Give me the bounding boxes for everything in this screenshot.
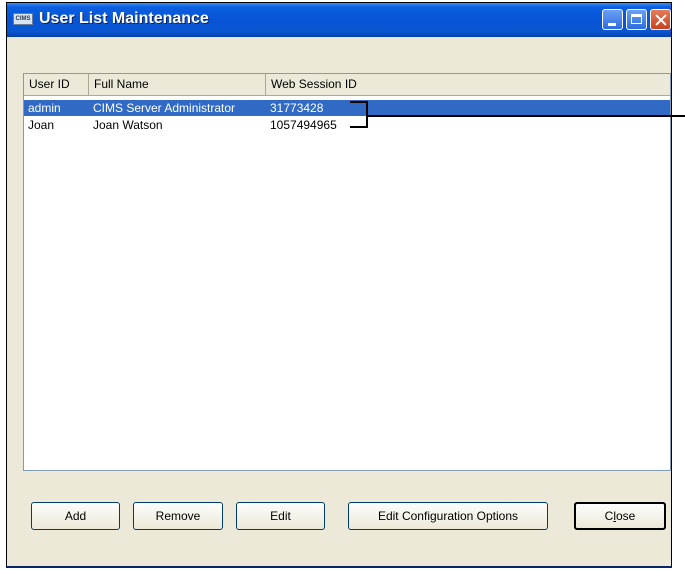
column-header-user-id[interactable]: User ID [24,74,89,95]
window-bottom-border [6,566,672,568]
table-row[interactable]: admin CIMS Server Administrator 31773428 [24,100,670,116]
window-title: User List Maintenance [39,10,209,27]
cell-web-session-id: 31773428 [270,101,324,115]
column-header-web-session-id[interactable]: Web Session ID [266,74,668,95]
list-header: User ID Full Name Web Session ID [24,74,670,96]
title-bar[interactable]: CIMS User List Maintenance [7,3,671,37]
cell-user-id: Joan [28,118,55,132]
minimize-button[interactable] [602,9,623,30]
close-button[interactable]: Close [574,502,666,530]
edit-configuration-options-button[interactable]: Edit Configuration Options [348,502,548,530]
callout-pointer-line [367,115,685,117]
close-window-button[interactable] [650,9,671,30]
remove-button[interactable]: Remove [133,502,223,530]
column-header-full-name[interactable]: Full Name [89,74,266,95]
maximize-button[interactable] [626,9,647,30]
callout-bracket-bottom [350,126,368,128]
user-list[interactable]: User ID Full Name Web Session ID admin C… [23,73,671,471]
cell-user-id: admin [28,101,61,115]
cell-full-name: Joan Watson [93,118,163,132]
app-icon: CIMS [13,13,33,25]
user-list-window: CIMS User List Maintenance User ID Full … [6,2,672,568]
add-button[interactable]: Add [31,502,120,530]
cell-web-session-id: 1057494965 [270,118,337,132]
cell-full-name: CIMS Server Administrator [93,101,236,115]
edit-button[interactable]: Edit [236,502,325,530]
table-row[interactable]: Joan Joan Watson 1057494965 [24,117,670,133]
close-label-suffix: ose [615,509,636,523]
close-label-prefix: C [604,509,614,523]
